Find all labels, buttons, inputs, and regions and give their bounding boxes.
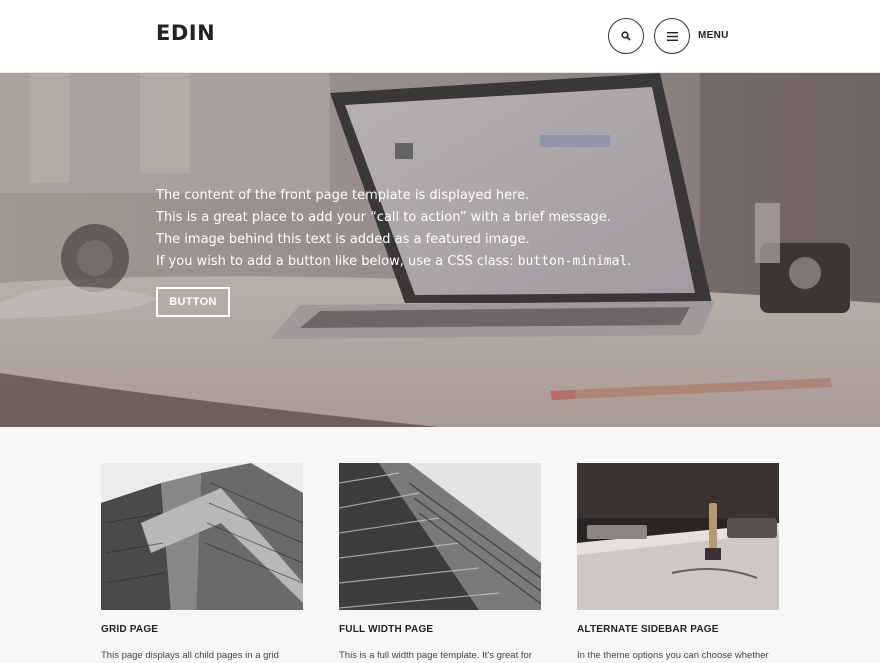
card-title[interactable]: ALTERNATE SIDEBAR PAGE (577, 624, 779, 635)
card-excerpt: In the theme options you can choose whet… (577, 650, 769, 661)
building-image[interactable] (101, 463, 303, 610)
hero-line-2: This is a great place to add your “call … (156, 210, 611, 225)
hamburger-icon (666, 31, 678, 41)
hero-line-4-suffix: . (627, 254, 632, 269)
hero-section: The content of the front page template i… (0, 73, 880, 427)
site-title[interactable]: EDIN (156, 21, 215, 45)
building-image[interactable] (339, 463, 541, 610)
hero-line-3: The image behind this text is added as a… (156, 232, 530, 247)
card-alternate-sidebar-page[interactable]: ALTERNATE SIDEBAR PAGE In the theme opti… (577, 463, 779, 663)
card-excerpt: This page displays all child pages in a … (101, 650, 279, 661)
menu-label[interactable]: MENU (698, 30, 729, 41)
hero-text: The content of the front page template i… (156, 185, 631, 273)
site-header: EDIN MENU (0, 0, 880, 73)
card-excerpt: This is a full width page template. It's… (339, 650, 532, 661)
hero-button[interactable]: BUTTON (156, 287, 230, 317)
card-grid-page[interactable]: GRID PAGE This page displays all child p… (101, 463, 303, 663)
card-title[interactable]: FULL WIDTH PAGE (339, 624, 541, 635)
hero-line-1: The content of the front page template i… (156, 188, 530, 203)
css-class-code: button-minimal (517, 254, 628, 269)
search-icon (621, 31, 631, 41)
card-title[interactable]: GRID PAGE (101, 624, 303, 635)
desk-cable-image[interactable] (577, 463, 779, 610)
hero-line-4-prefix: If you wish to add a button like below, … (156, 254, 518, 269)
menu-button[interactable] (654, 18, 690, 54)
card-full-width-page[interactable]: FULL WIDTH PAGE This is a full width pag… (339, 463, 541, 663)
search-button[interactable] (608, 18, 644, 54)
child-pages-grid: GRID PAGE This page displays all child p… (0, 427, 880, 663)
